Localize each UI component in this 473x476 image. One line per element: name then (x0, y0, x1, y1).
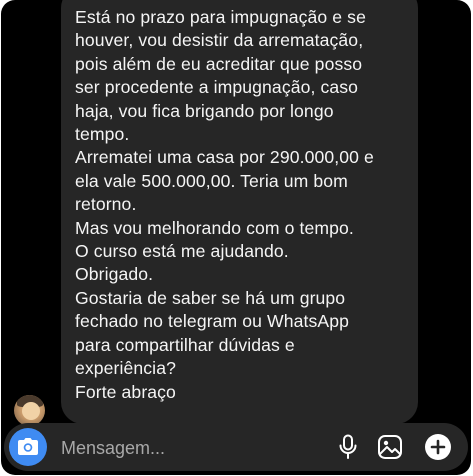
message-line: Obrigado. (75, 264, 154, 285)
camera-icon (18, 438, 38, 455)
sender-avatar[interactable] (14, 395, 45, 426)
received-message-bubble[interactable]: Está no prazo para impugnação e se houve… (61, 0, 418, 424)
microphone-icon (339, 434, 357, 459)
message-line: Gostaria de saber se há um grupo (75, 287, 346, 308)
message-line: ser procedente a impugnação, caso (75, 77, 359, 98)
message-line: pois além de eu acreditar que posso (75, 53, 363, 74)
message-line: tempo. (75, 124, 130, 145)
camera-button[interactable] (9, 428, 47, 466)
microphone-button[interactable] (334, 433, 362, 461)
gallery-icon (378, 435, 402, 459)
add-button[interactable] (424, 433, 452, 461)
message-line: retorno. (75, 194, 137, 215)
message-line: haja, vou fica brigando por longo (75, 100, 334, 121)
message-line: Está no prazo para impugnação e se (75, 7, 366, 27)
chat-screen: Está no prazo para impugnação e se houve… (1, 0, 471, 475)
gallery-button[interactable] (376, 433, 404, 461)
message-input[interactable]: Mensagem... (61, 437, 165, 459)
message-line: para compartilhar dúvidas e (75, 334, 295, 355)
plus-icon (425, 434, 451, 460)
message-composer: Mensagem... (4, 423, 468, 471)
message-line: experiência? (75, 358, 176, 379)
message-line: houver, vou desistir da arrematação, (75, 30, 364, 51)
message-line: Forte abraço (75, 381, 176, 402)
message-line: Arrematei uma casa por 290.000,00 e (75, 147, 374, 168)
message-line: ela vale 500.000,00. Teria um bom (75, 170, 348, 191)
message-line: O curso está me ajudando. (75, 241, 289, 262)
message-line: Mas vou melhorando com o tempo. (75, 217, 354, 238)
message-line: fechado no telegram ou WhatsApp (75, 311, 350, 332)
avatar-face (22, 402, 40, 420)
